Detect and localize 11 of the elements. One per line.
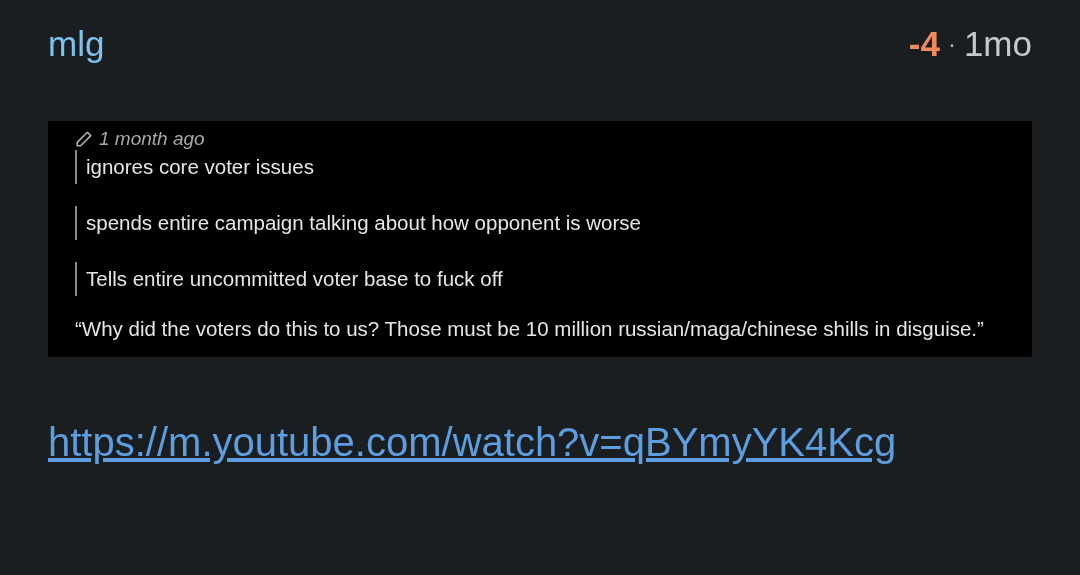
quote-text: spends entire campaign talking about how opponent is worse (75, 206, 1005, 240)
separator: · (947, 30, 956, 58)
quote-text: ignores core voter issues (75, 150, 1005, 184)
age: 1mo (963, 24, 1032, 64)
author-name[interactable]: mlg (48, 24, 105, 64)
pencil-icon (75, 130, 93, 148)
link[interactable]: https://m.youtube.com/watch?v=qBYmyYK4Kcg (48, 420, 897, 465)
comment-text: “Why did the voters do this to us? Those must be 10 million russian/maga/chinese shills in disguise.” (75, 316, 985, 342)
quote-text: Tells entire uncommitted voter base to fuck off (75, 262, 1005, 296)
score: -4 (908, 24, 940, 64)
edited-time: 1 month ago (99, 128, 205, 150)
